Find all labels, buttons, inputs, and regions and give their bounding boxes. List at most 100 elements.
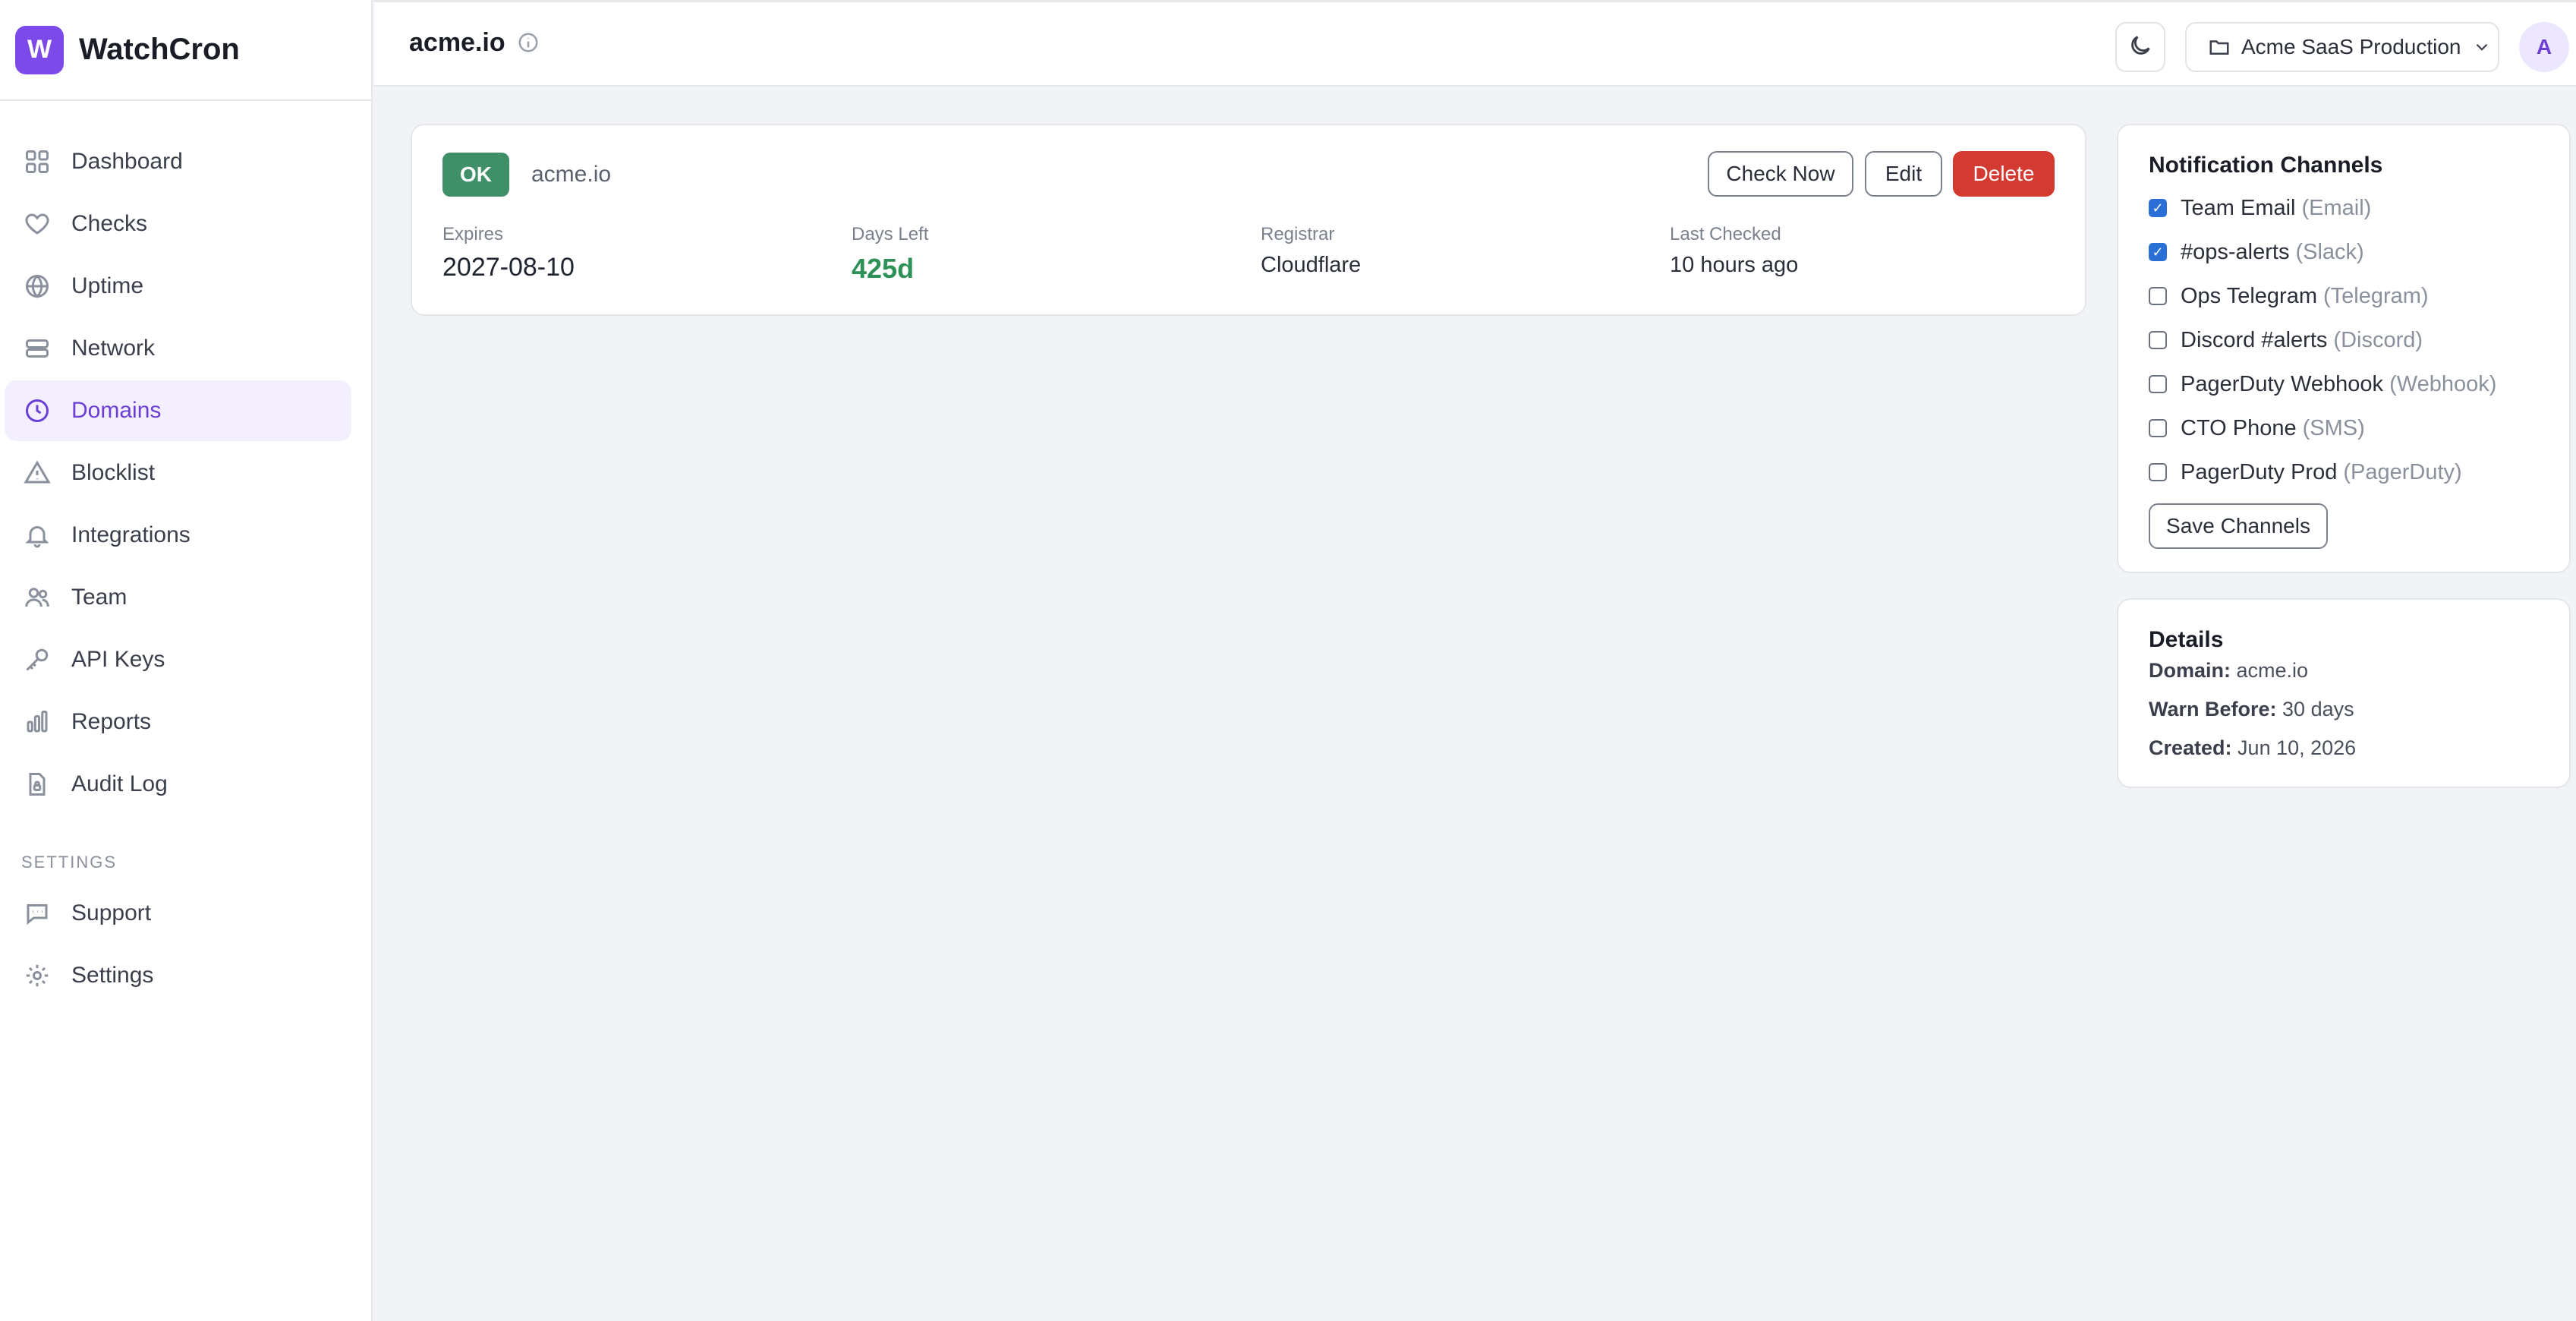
app-name: WatchCron <box>79 33 240 66</box>
sidebar-item-label: Support <box>71 900 152 925</box>
sidebar: W WatchCron Dashboard Checks Uptime Netw… <box>0 0 373 1321</box>
registrar-field: Registrar Cloudflare <box>1261 224 1361 278</box>
sidebar-item-settings[interactable]: Settings <box>5 945 351 1006</box>
sidebar-item-label: Team <box>71 585 128 610</box>
sidebar-item-network[interactable]: Network <box>5 318 351 379</box>
channel-type: (SMS) <box>2302 415 2365 440</box>
channel-name: PagerDuty Prod <box>2181 459 2338 484</box>
warning-icon <box>23 459 52 487</box>
info-icon[interactable] <box>517 31 540 54</box>
channel-list: Team Email (Email) #ops-alerts (Slack) O… <box>2149 186 2496 494</box>
card-title: Details <box>2149 627 2224 652</box>
detail-value: Jun 10, 2026 <box>2237 736 2357 759</box>
field-label: Last Checked <box>1670 224 1781 244</box>
sidebar-item-label: Checks <box>71 211 148 236</box>
delete-button[interactable]: Delete <box>1953 151 2055 197</box>
channel-type: (Webhook) <box>2389 371 2497 396</box>
detail-value: acme.io <box>2236 659 2309 682</box>
channel-name: CTO Phone <box>2181 415 2297 440</box>
channel-type: (Telegram) <box>2323 283 2429 308</box>
channel-item[interactable]: PagerDuty Webhook (Webhook) <box>2149 362 2496 406</box>
channel-item[interactable]: PagerDuty Prod (PagerDuty) <box>2149 450 2496 494</box>
check-now-button[interactable]: Check Now <box>1708 151 1853 197</box>
server-icon <box>23 334 52 363</box>
sidebar-item-checks[interactable]: Checks <box>5 194 351 254</box>
edit-button[interactable]: Edit <box>1865 151 1942 197</box>
sidebar-item-blocklist[interactable]: Blocklist <box>5 443 351 503</box>
theme-toggle-button[interactable] <box>2115 22 2165 72</box>
channel-type: (Discord) <box>2333 327 2423 352</box>
bell-icon <box>23 521 52 550</box>
channel-name: Team Email <box>2181 195 2296 220</box>
detail-row-warn-before: Warn Before: 30 days <box>2149 698 2354 721</box>
sidebar-item-label: Dashboard <box>71 149 183 174</box>
sidebar-item-label: Blocklist <box>71 460 156 485</box>
sidebar-item-audit-log[interactable]: Audit Log <box>5 754 351 815</box>
sidebar-item-label: Network <box>71 336 156 361</box>
brand: W WatchCron <box>0 0 371 101</box>
organization-name: Acme SaaS Production <box>2241 35 2461 58</box>
sidebar-item-reports[interactable]: Reports <box>5 692 351 752</box>
channel-type: (Email) <box>2301 195 2372 220</box>
channel-type: (Slack) <box>2295 239 2364 264</box>
channel-item[interactable]: #ops-alerts (Slack) <box>2149 230 2496 274</box>
avatar[interactable]: A <box>2519 22 2569 72</box>
sidebar-item-uptime[interactable]: Uptime <box>5 256 351 317</box>
domain-summary-card: OK acme.io Check Now Edit Delete Expires… <box>411 124 2086 316</box>
days-left-field: Days Left 425d <box>852 224 928 285</box>
details-card: Details Domain: acme.io Warn Before: 30 … <box>2117 598 2571 788</box>
channel-checkbox[interactable] <box>2149 375 2167 393</box>
channel-checkbox[interactable] <box>2149 243 2167 261</box>
sidebar-item-label: Audit Log <box>71 771 168 796</box>
channel-item[interactable]: Discord #alerts (Discord) <box>2149 318 2496 362</box>
file-lock-icon <box>23 770 52 799</box>
expires-value: 2027-08-10 <box>442 253 575 282</box>
settings-section-heading: SETTINGS <box>21 853 118 872</box>
users-icon <box>23 583 52 612</box>
save-channels-button[interactable]: Save Channels <box>2149 503 2328 549</box>
channel-checkbox[interactable] <box>2149 331 2167 349</box>
grid-icon <box>23 147 52 176</box>
channel-checkbox[interactable] <box>2149 287 2167 305</box>
chat-icon <box>23 899 52 928</box>
sidebar-item-api-keys[interactable]: API Keys <box>5 629 351 690</box>
sidebar-item-label: Domains <box>71 398 162 423</box>
sidebar-item-label: Integrations <box>71 522 191 547</box>
sidebar-item-integrations[interactable]: Integrations <box>5 505 351 566</box>
detail-value: 30 days <box>2282 698 2354 720</box>
channel-name: Ops Telegram <box>2181 283 2317 308</box>
folder-icon <box>2208 36 2231 58</box>
domain-name: acme.io <box>531 162 612 187</box>
sidebar-item-label: Settings <box>71 963 154 988</box>
expires-field: Expires 2027-08-10 <box>442 224 575 282</box>
last-checked-field: Last Checked 10 hours ago <box>1670 224 1798 278</box>
channel-item[interactable]: Team Email (Email) <box>2149 186 2496 230</box>
detail-row-created: Created: Jun 10, 2026 <box>2149 736 2356 760</box>
notification-channels-card: Notification Channels Team Email (Email)… <box>2117 124 2571 573</box>
sidebar-item-support[interactable]: Support <box>5 883 351 944</box>
channel-checkbox[interactable] <box>2149 199 2167 217</box>
channel-name: Discord #alerts <box>2181 327 2328 352</box>
moon-icon <box>2127 33 2153 62</box>
channel-item[interactable]: Ops Telegram (Telegram) <box>2149 274 2496 318</box>
sidebar-nav: Dashboard Checks Uptime Network Domains … <box>0 101 371 1006</box>
top-bar: acme.io Acme SaaS Production A <box>374 0 2576 87</box>
organization-select[interactable]: Acme SaaS Production <box>2185 22 2499 72</box>
bar-chart-icon <box>23 708 52 736</box>
last-checked-value: 10 hours ago <box>1670 253 1799 277</box>
days-left-value: 425d <box>852 253 915 284</box>
sidebar-item-team[interactable]: Team <box>5 567 351 628</box>
detail-row-domain: Domain: acme.io <box>2149 659 2308 683</box>
field-label: Days Left <box>852 224 929 244</box>
field-label: Registrar <box>1261 224 1335 244</box>
gear-icon <box>23 961 52 990</box>
sidebar-item-label: Uptime <box>71 273 144 298</box>
channel-item[interactable]: CTO Phone (SMS) <box>2149 406 2496 450</box>
detail-label: Domain: <box>2149 659 2231 682</box>
app-logo[interactable]: W <box>15 25 64 74</box>
sidebar-item-dashboard[interactable]: Dashboard <box>5 131 351 192</box>
sidebar-item-domains[interactable]: Domains <box>5 380 351 441</box>
channel-checkbox[interactable] <box>2149 463 2167 481</box>
page-title: acme.io <box>409 28 505 57</box>
channel-checkbox[interactable] <box>2149 419 2167 437</box>
